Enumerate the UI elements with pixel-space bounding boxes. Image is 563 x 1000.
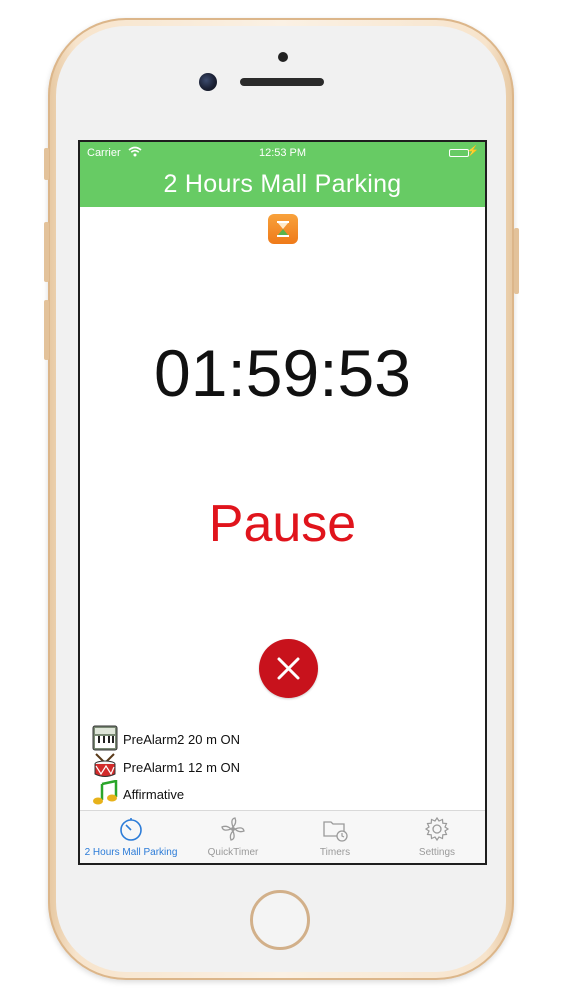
- status-time: 12:53 PM: [258, 147, 307, 159]
- alarm-label: PreAlarm1 12 m ON: [123, 760, 241, 775]
- volume-down-button: [44, 300, 49, 360]
- volume-up-button: [44, 222, 49, 282]
- gear-icon: [424, 816, 450, 842]
- close-icon: [277, 657, 300, 680]
- pause-button[interactable]: Pause: [80, 494, 485, 554]
- music-note-icon: [92, 779, 118, 806]
- tab-quicktimer[interactable]: QuickTimer: [182, 811, 284, 863]
- drum-icon: [92, 753, 118, 779]
- alarm-item-prealarm2[interactable]: PreAlarm2 20 m ON: [92, 725, 392, 751]
- tab-settings[interactable]: Settings: [386, 811, 485, 863]
- home-button[interactable]: [250, 890, 310, 950]
- tab-bar: 2 Hours Mall Parking QuickTimer Timers S…: [80, 810, 485, 863]
- tab-mall-parking[interactable]: 2 Hours Mall Parking: [80, 811, 182, 863]
- mute-switch: [44, 148, 49, 180]
- alarm-label: Affirmative: [123, 787, 185, 802]
- fan-icon: [220, 816, 246, 842]
- screen: Carrier 12:53 PM ⚡ 2 Hours Mall Parking: [78, 140, 487, 865]
- charging-icon: ⚡: [466, 146, 479, 157]
- alarm-item-sound[interactable]: Affirmative: [92, 779, 392, 806]
- tab-label: Settings: [418, 847, 456, 858]
- status-bar: Carrier 12:53 PM ⚡: [80, 142, 485, 164]
- alarm-label: PreAlarm2 20 m ON: [123, 732, 241, 747]
- front-camera: [199, 73, 217, 91]
- page-title: 2 Hours Mall Parking: [163, 170, 402, 198]
- stage: Carrier 12:53 PM ⚡ 2 Hours Mall Parking: [0, 0, 563, 1000]
- proximity-sensor: [278, 52, 288, 62]
- cancel-button[interactable]: [259, 639, 318, 698]
- earpiece-speaker: [240, 78, 324, 86]
- folder-clock-icon: [322, 816, 348, 842]
- stopwatch-icon: [118, 816, 144, 842]
- alarm-item-prealarm1[interactable]: PreAlarm1 12 m ON: [92, 753, 392, 779]
- hourglass-icon[interactable]: [268, 214, 298, 244]
- tab-timers[interactable]: Timers: [284, 811, 386, 863]
- countdown-display: 01:59:53: [154, 336, 411, 410]
- piano-icon: [92, 725, 118, 751]
- power-button: [514, 228, 519, 294]
- navigation-bar: Carrier 12:53 PM ⚡ 2 Hours Mall Parking: [80, 142, 485, 207]
